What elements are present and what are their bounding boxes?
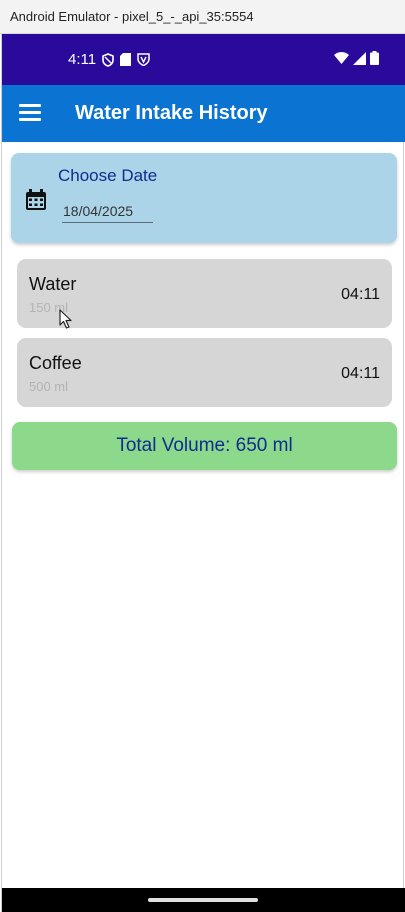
status-bar: 4:11 — [2, 34, 405, 85]
emulator-window-titlebar: Android Emulator - pixel_5_-_api_35:5554 — [0, 0, 405, 34]
intake-entry-water[interactable]: Water 150 ml 04:11 — [17, 259, 392, 328]
date-field[interactable] — [62, 199, 153, 223]
sd-card-icon — [120, 53, 132, 66]
mouse-cursor-icon — [59, 309, 72, 329]
intake-entry-coffee[interactable]: Coffee 500 ml 04:11 — [17, 338, 392, 407]
app-bar: Water Intake History — [2, 85, 405, 142]
shield-icon — [102, 52, 114, 67]
entry-name: Coffee — [29, 353, 82, 373]
calendar-icon[interactable] — [24, 188, 48, 212]
battery-icon — [370, 51, 379, 65]
hamburger-menu-icon[interactable] — [19, 104, 41, 122]
vpn-icon — [137, 53, 150, 66]
total-volume-label: Total Volume: 650 ml — [116, 435, 293, 456]
date-picker-card: Choose Date — [11, 153, 397, 243]
status-time: 4:11 — [68, 51, 97, 68]
date-picker-label: Choose Date — [58, 166, 158, 185]
emulator-window-title: Android Emulator - pixel_5_-_api_35:5554 — [10, 9, 254, 24]
wifi-icon — [334, 52, 349, 64]
navigation-bar — [2, 888, 405, 912]
entry-time: 04:11 — [341, 365, 380, 382]
phone-screen: 4:11 Water Intake History Choose Date 18… — [1, 34, 405, 912]
entry-time: 04:11 — [341, 286, 380, 303]
signal-icon — [353, 51, 366, 65]
home-gesture-handle[interactable] — [148, 898, 258, 902]
entry-name: Water — [29, 274, 77, 294]
total-volume-card: Total Volume: 650 ml — [12, 422, 397, 470]
page-title: Water Intake History — [75, 102, 268, 124]
entry-volume: 500 ml — [29, 379, 69, 394]
